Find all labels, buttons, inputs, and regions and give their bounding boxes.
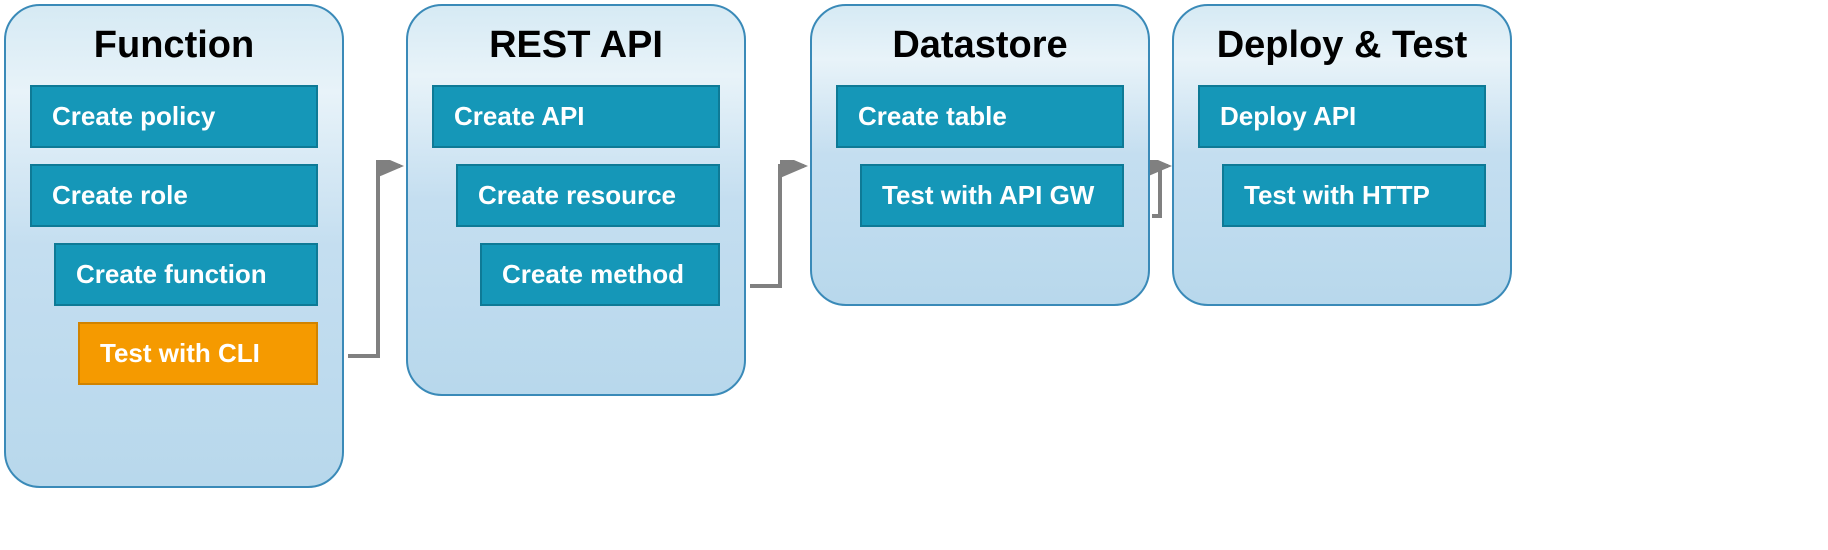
step-create-role: Create role [30,164,318,227]
arrow-restapi-to-datastore [746,160,814,290]
stage-restapi: REST API Create API Create resource Crea… [406,4,746,396]
stage-title: Function [30,24,318,67]
stage-title: REST API [432,24,720,67]
stage-datastore: Datastore Create table Test with API GW [810,4,1150,306]
stage-title: Deploy & Test [1198,24,1486,67]
step-deploy-api: Deploy API [1198,85,1486,148]
step-create-resource: Create resource [456,164,720,227]
stage-deploy-test: Deploy & Test Deploy API Test with HTTP [1172,4,1512,306]
step-create-function: Create function [54,243,318,306]
step-test-with-api-gw: Test with API GW [860,164,1124,227]
stage-title: Datastore [836,24,1124,67]
step-test-with-http: Test with HTTP [1222,164,1486,227]
step-create-method: Create method [480,243,720,306]
stage-function: Function Create policy Create role Creat… [4,4,344,488]
step-create-table: Create table [836,85,1124,148]
step-create-policy: Create policy [30,85,318,148]
step-test-with-cli: Test with CLI [78,322,318,385]
step-create-api: Create API [432,85,720,148]
arrow-function-to-restapi [344,160,410,360]
